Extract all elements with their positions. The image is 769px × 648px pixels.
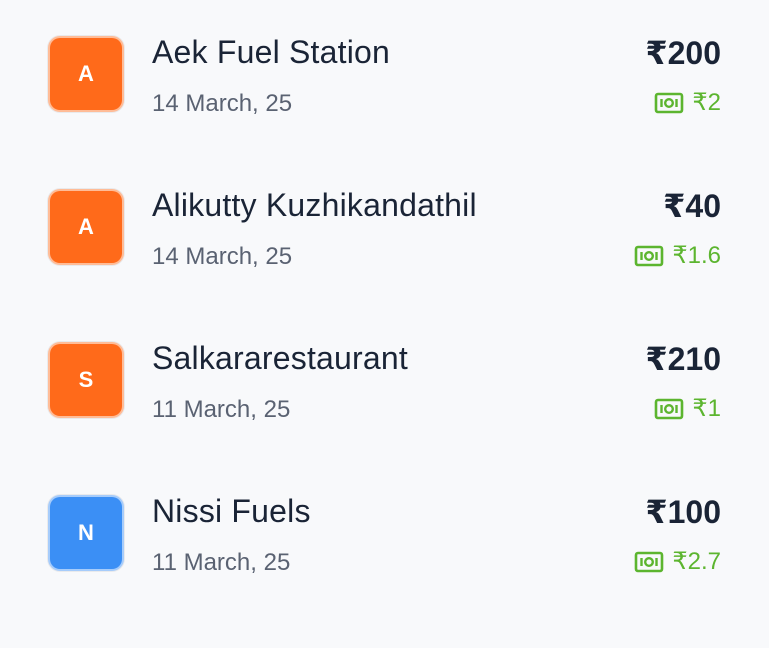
transaction-amount: ₹210 [645, 341, 721, 377]
cash-note-icon [634, 245, 664, 267]
merchant-name: Alikutty Kuzhikandathil [152, 187, 477, 223]
transaction-row[interactable]: A Alikutty Kuzhikandathil 14 March, 25 ₹… [0, 187, 769, 342]
avatar: N [48, 495, 124, 571]
cashback: ₹2 [654, 88, 721, 117]
cashback-amount: ₹2 [692, 89, 721, 116]
avatar: A [48, 189, 124, 265]
transaction-row[interactable]: S Salkararestaurant 11 March, 25 ₹210 ₹1 [0, 340, 769, 495]
cash-note-icon [654, 92, 684, 114]
cashback: ₹2.7 [634, 547, 721, 576]
transaction-row[interactable]: N Nissi Fuels 11 March, 25 ₹100 ₹2.7 [0, 493, 769, 648]
transaction-row[interactable]: A Aek Fuel Station 14 March, 25 ₹200 ₹2 [0, 34, 769, 189]
cashback-amount: ₹1.6 [672, 242, 721, 269]
merchant-name: Nissi Fuels [152, 493, 311, 529]
avatar: A [48, 36, 124, 112]
cashback-amount: ₹1 [692, 395, 721, 422]
cashback: ₹1 [654, 394, 721, 423]
cashback: ₹1.6 [634, 241, 721, 270]
transaction-amount: ₹100 [645, 494, 721, 530]
transaction-date: 14 March, 25 [152, 243, 293, 270]
transaction-list: A Aek Fuel Station 14 March, 25 ₹200 ₹2 … [0, 0, 769, 609]
merchant-name: Salkararestaurant [152, 340, 408, 376]
transaction-amount: ₹40 [663, 188, 721, 224]
transaction-date: 11 March, 25 [152, 549, 291, 576]
avatar: S [48, 342, 124, 418]
transaction-amount: ₹200 [645, 35, 721, 71]
cashback-amount: ₹2.7 [672, 548, 721, 575]
transaction-date: 11 March, 25 [152, 396, 291, 423]
merchant-name: Aek Fuel Station [152, 34, 390, 70]
cash-note-icon [634, 551, 664, 573]
cash-note-icon [654, 398, 684, 420]
transaction-date: 14 March, 25 [152, 90, 293, 117]
